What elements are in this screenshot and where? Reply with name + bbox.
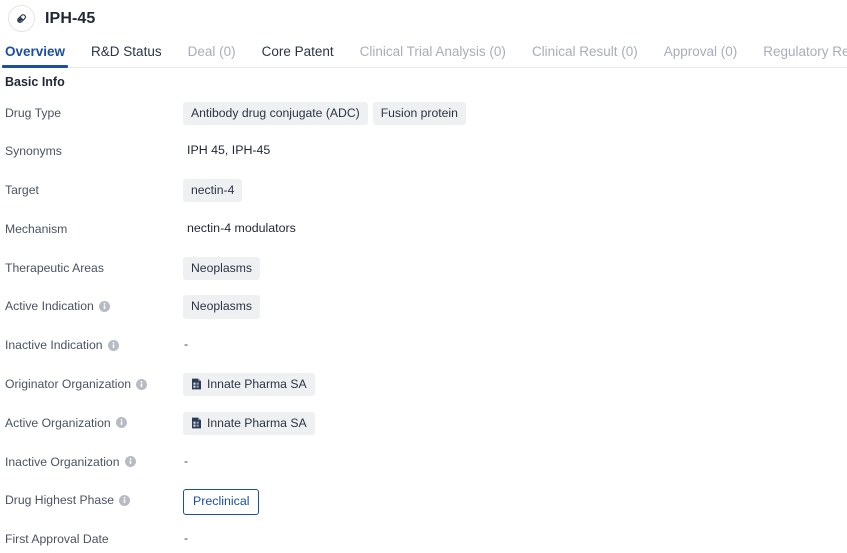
tab-regulatory-review[interactable]: Regulatory Review (0) xyxy=(763,44,847,68)
info-icon[interactable] xyxy=(136,378,147,390)
tab-overview[interactable]: Overview xyxy=(1,44,69,68)
plain-value: IPH 45, IPH-45 xyxy=(187,143,271,158)
info-icon[interactable] xyxy=(115,417,127,429)
field-label-active-organization: Active Organization xyxy=(5,411,183,429)
field-label-text: Mechanism xyxy=(5,221,68,236)
field-label-target: Target xyxy=(5,178,183,196)
field-label-text: Active Indication xyxy=(5,299,94,314)
value-chip-label: Neoplasms xyxy=(191,260,252,275)
value-chip-label: Fusion protein xyxy=(380,105,458,120)
empty-value: - xyxy=(184,531,189,546)
value-chip[interactable]: Innate Pharma SA xyxy=(183,411,315,436)
field-value-inactive-indication: - xyxy=(183,333,847,354)
field-value-originator-organization: Innate Pharma SA xyxy=(183,372,847,397)
field-row-drug-type: Drug Type Antibody drug conjugate (ADC) Fu… xyxy=(0,101,847,140)
field-row-inactive-organization: Inactive Organization - xyxy=(0,450,847,489)
field-value-mechanism: nectin-4 modulators xyxy=(183,217,847,238)
value-chip[interactable]: Neoplasms xyxy=(183,295,260,319)
field-label-inactive-indication: Inactive Indication xyxy=(5,333,183,351)
field-row-active-organization: Active Organization Innate Pharma SA xyxy=(0,411,847,450)
field-label-drug-type: Drug Type xyxy=(5,101,183,120)
value-chip-label: Neoplasms xyxy=(191,299,252,314)
field-label-active-indication: Active Indication xyxy=(5,294,183,314)
field-label-mechanism: Mechanism xyxy=(5,217,183,235)
tab-clinical-result[interactable]: Clinical Result (0) xyxy=(532,44,638,68)
tab-core-patent[interactable]: Core Patent xyxy=(262,44,334,68)
field-label-text: Target xyxy=(5,183,39,198)
drug-detail-page: IPH-45 Overview R&D Status Deal (0) Core… xyxy=(0,0,847,553)
field-value-inactive-organization: - xyxy=(183,450,847,471)
field-label-text: Therapeutic Areas xyxy=(5,260,104,275)
field-row-synonyms: Synonyms IPH 45, IPH-45 xyxy=(0,139,847,178)
value-chip-label: nectin-4 xyxy=(191,183,235,198)
field-label-text: First Approval Date xyxy=(5,532,109,547)
field-value-first-approval-date: - xyxy=(183,527,847,548)
field-row-active-indication: Active Indication Neoplasms xyxy=(0,294,847,333)
field-value-active-indication: Neoplasms xyxy=(183,294,847,319)
field-label-inactive-organization: Inactive Organization xyxy=(5,450,183,468)
tab-deal[interactable]: Deal (0) xyxy=(188,44,236,68)
field-label-text: Synonyms xyxy=(5,144,62,159)
field-row-first-approval-date: First Approval Date - xyxy=(0,527,847,553)
field-label-text: Active Organization xyxy=(5,415,111,430)
field-value-drug-highest-phase: Preclinical xyxy=(183,488,847,515)
value-chip-label: Innate Pharma SA xyxy=(207,415,307,430)
field-label-text: Inactive Indication xyxy=(5,338,103,353)
page-title: IPH-45 xyxy=(45,9,96,27)
page-header: IPH-45 xyxy=(0,0,847,37)
tab-approval[interactable]: Approval (0) xyxy=(664,44,738,68)
plain-value: nectin-4 modulators xyxy=(187,220,296,235)
info-icon[interactable] xyxy=(107,339,119,351)
field-label-text: Drug Highest Phase xyxy=(5,493,115,508)
info-icon[interactable] xyxy=(124,456,136,468)
field-value-active-organization: Innate Pharma SA xyxy=(183,411,847,436)
field-row-target: Target nectin-4 xyxy=(0,178,847,217)
field-label-text: Drug Type xyxy=(5,105,62,120)
tab-clinical-trial-analysis[interactable]: Clinical Trial Analysis (0) xyxy=(360,44,506,68)
field-label-text: Originator Organization xyxy=(5,377,131,392)
value-chip-label: Innate Pharma SA xyxy=(207,377,307,392)
value-chip[interactable]: Antibody drug conjugate (ADC) xyxy=(183,101,368,125)
field-label-originator-organization: Originator Organization xyxy=(5,372,183,390)
field-label-text: Inactive Organization xyxy=(5,454,120,469)
pill-capsule-icon xyxy=(8,5,35,32)
tab-bar: Overview R&D Status Deal (0) Core Patent… xyxy=(0,37,847,68)
info-icon[interactable] xyxy=(98,301,110,313)
basic-info-field-list: Drug Type Antibody drug conjugate (ADC) Fu… xyxy=(0,92,847,553)
field-label-therapeutic-areas: Therapeutic Areas xyxy=(5,256,183,275)
value-chip[interactable]: Innate Pharma SA xyxy=(183,373,315,397)
field-row-originator-organization: Originator Organization Innate Pharma SA xyxy=(0,372,847,411)
phase-badge[interactable]: Preclinical xyxy=(183,489,260,515)
empty-value: - xyxy=(184,453,189,468)
tab-rd-status[interactable]: R&D Status xyxy=(91,44,162,68)
field-label-synonyms: Synonyms xyxy=(5,139,183,157)
field-row-mechanism: Mechanism nectin-4 modulators xyxy=(0,217,847,256)
empty-value: - xyxy=(184,337,189,352)
field-label-first-approval-date: First Approval Date xyxy=(5,527,183,545)
info-icon[interactable] xyxy=(119,495,131,507)
field-row-inactive-indication: Inactive Indication - xyxy=(0,333,847,372)
section-title-basic-info: Basic Info xyxy=(5,75,65,89)
value-chip[interactable]: Fusion protein xyxy=(372,101,466,125)
field-value-drug-type: Antibody drug conjugate (ADC) Fusion prot… xyxy=(183,101,847,125)
field-value-therapeutic-areas: Neoplasms xyxy=(183,256,847,280)
field-row-drug-highest-phase: Drug Highest Phase Preclinical xyxy=(0,488,847,527)
field-value-synonyms: IPH 45, IPH-45 xyxy=(183,139,847,160)
field-label-drug-highest-phase: Drug Highest Phase xyxy=(5,488,183,508)
organization-icon xyxy=(191,417,202,429)
value-chip-label: Antibody drug conjugate (ADC) xyxy=(191,105,360,120)
field-value-target: nectin-4 xyxy=(183,178,847,203)
value-chip[interactable]: nectin-4 xyxy=(183,179,243,203)
field-row-therapeutic-areas: Therapeutic Areas Neoplasms xyxy=(0,256,847,295)
value-chip[interactable]: Neoplasms xyxy=(183,256,260,280)
organization-icon xyxy=(191,378,202,390)
